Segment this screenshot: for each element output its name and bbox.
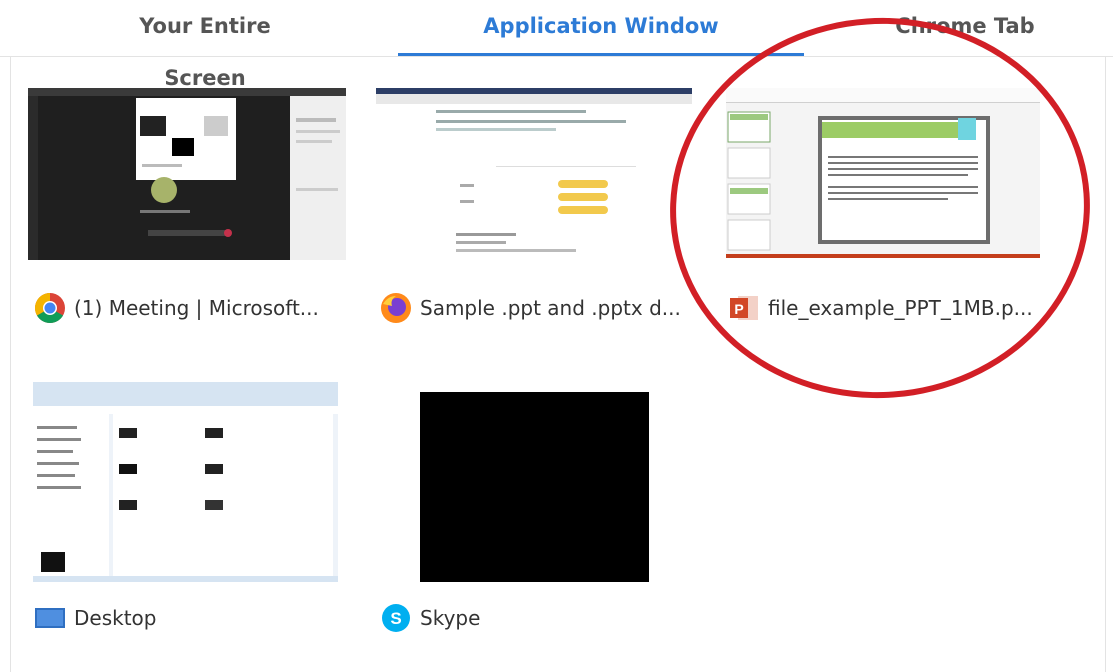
window-label-powerpoint[interactable]: P file_example_PPT_1MB.p... <box>728 288 1033 328</box>
window-label-meeting[interactable]: (1) Meeting | Microsoft... <box>34 288 319 328</box>
svg-text:S: S <box>390 609 401 628</box>
window-title: Skype <box>420 606 481 630</box>
thumbnail-meeting[interactable] <box>28 88 346 260</box>
meeting-preview-image <box>28 88 346 260</box>
explorer-preview-image <box>33 382 338 582</box>
thumbnail-desktop[interactable] <box>33 382 338 582</box>
window-title: Sample .ppt and .pptx d... <box>420 296 681 320</box>
window-title: Desktop <box>74 606 157 630</box>
slides-preview-image <box>726 88 1040 258</box>
tab-entire-screen[interactable]: Your Entire Screen <box>100 0 310 90</box>
powerpoint-icon: P <box>730 296 758 320</box>
window-title: file_example_PPT_1MB.p... <box>768 296 1033 320</box>
chrome-icon <box>34 293 65 324</box>
window-title: (1) Meeting | Microsoft... <box>74 296 319 320</box>
desktop-icon <box>35 608 65 628</box>
thumbnail-firefox-page[interactable] <box>376 88 692 258</box>
svg-text:P: P <box>734 301 743 317</box>
thumbnail-skype[interactable] <box>420 392 649 582</box>
tab-chrome-tab[interactable]: Chrome Tab <box>870 0 1060 54</box>
window-label-skype[interactable]: S Skype <box>380 598 480 638</box>
share-source-tabs: Your Entire Screen Application Window Ch… <box>0 0 1113 90</box>
window-label-desktop[interactable]: Desktop <box>34 598 156 638</box>
tab-application-window[interactable]: Application Window <box>398 0 804 56</box>
skype-icon: S <box>382 604 410 632</box>
window-label-firefox[interactable]: Sample .ppt and .pptx d... <box>380 288 681 328</box>
webpage-preview-image <box>376 88 692 252</box>
thumbnail-powerpoint[interactable] <box>726 88 1040 258</box>
firefox-icon <box>381 293 411 323</box>
